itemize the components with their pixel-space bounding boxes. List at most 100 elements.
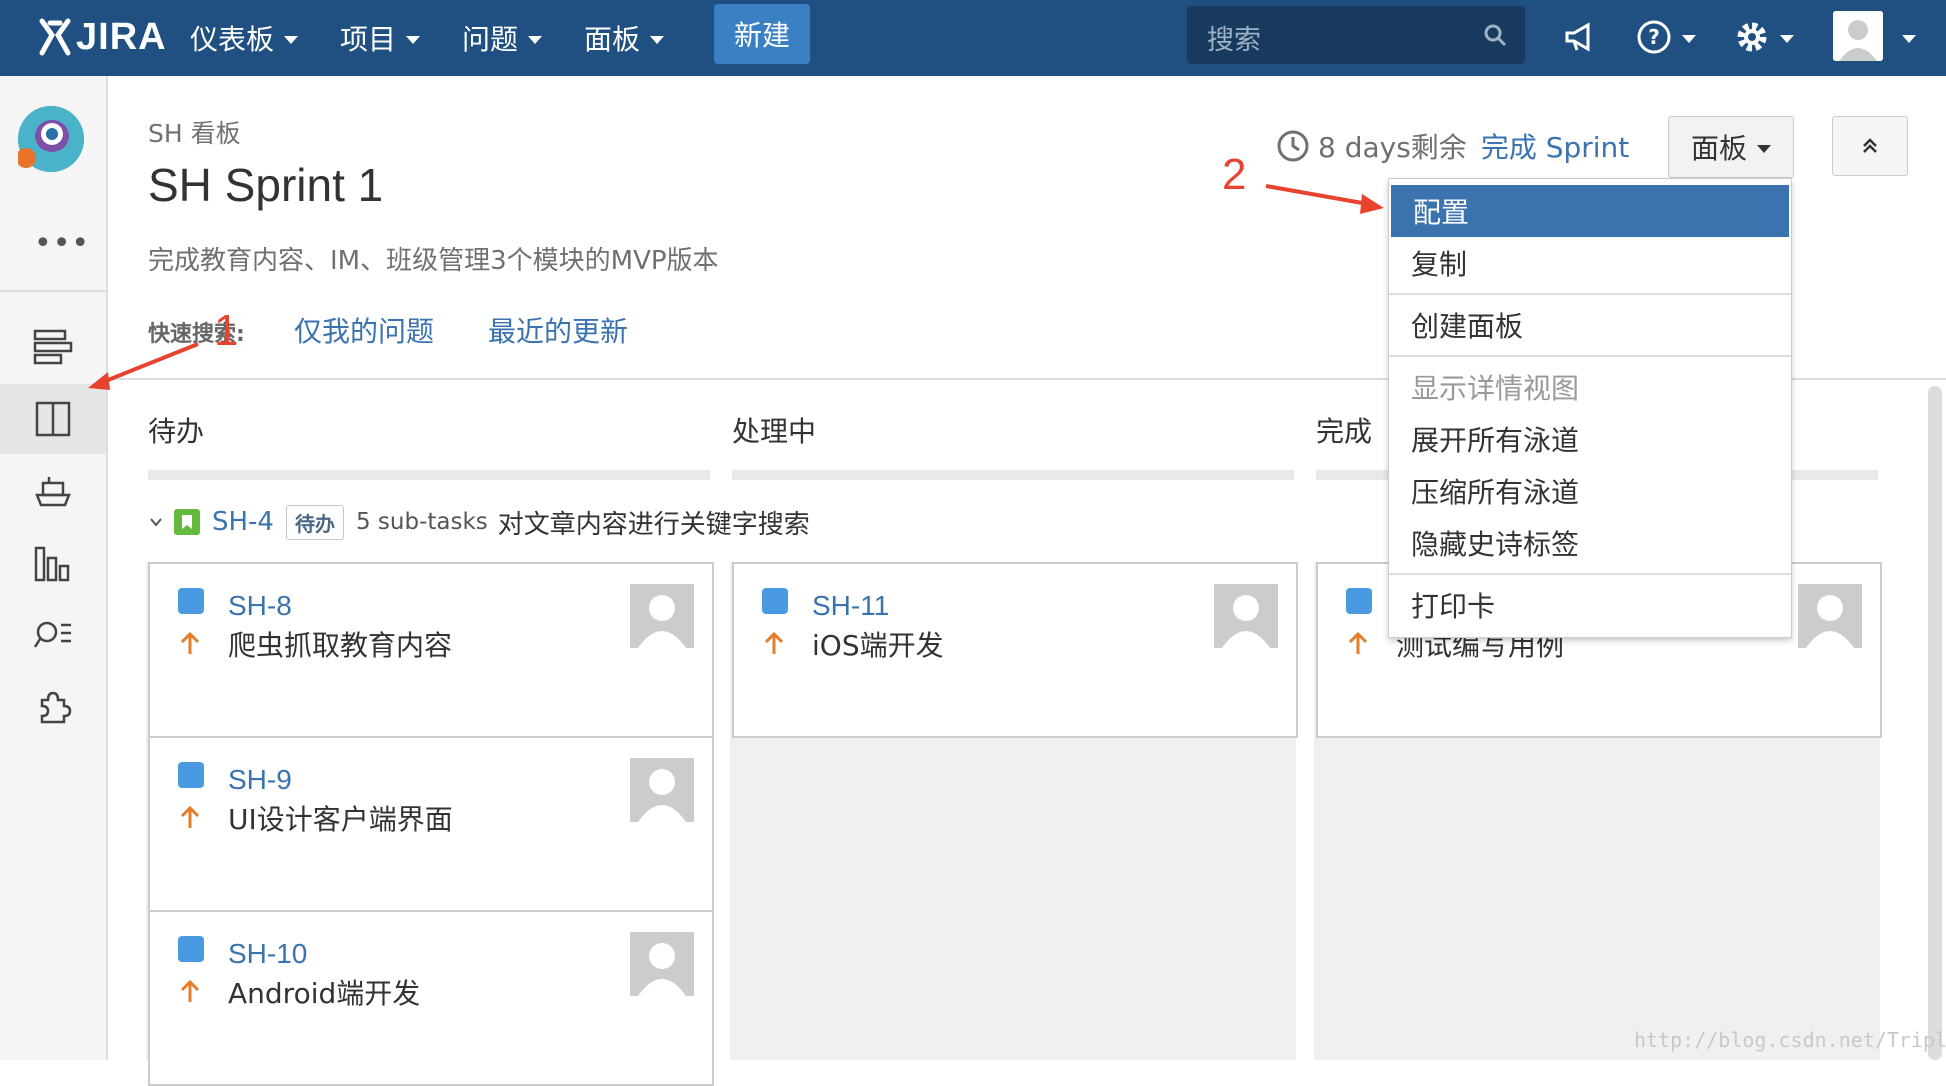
create-button[interactable]: 新建 <box>714 4 810 64</box>
subtask-icon <box>178 762 204 788</box>
swimlane-issue-key[interactable]: SH-4 <box>212 507 274 537</box>
board-menu-button[interactable]: 面板 <box>1668 116 1794 178</box>
column-header-done: 完成 <box>1316 415 1373 448</box>
annotation-arrow-1 <box>88 342 199 390</box>
breadcrumb[interactable]: SH 看板 <box>148 114 241 150</box>
issue-search-icon <box>33 621 71 648</box>
sprint-goal: 完成教育内容、IM、班级管理3个模块的MVP版本 <box>148 246 719 276</box>
subtask-icon <box>1346 588 1372 614</box>
feedback-megaphone-icon[interactable] <box>1564 14 1598 60</box>
jira-logo[interactable]: JIRA <box>38 12 167 62</box>
issue-key[interactable]: SH-11 <box>812 590 889 622</box>
issue-card[interactable]: SH-9 UI设计客户端界面 <box>148 736 714 912</box>
collapse-header-button[interactable] <box>1832 116 1908 176</box>
nav-boards[interactable]: 面板 <box>584 12 665 64</box>
menu-divider <box>1389 573 1791 575</box>
nav-dashboards-label: 仪表板 <box>190 23 275 56</box>
chevron-down-icon <box>1780 35 1794 43</box>
sidebar-item-addons[interactable] <box>0 672 106 742</box>
ship-releases-icon <box>35 477 71 507</box>
column-header-todo: 待办 <box>148 415 205 448</box>
issue-card[interactable]: SH-8 爬虫抓取教育内容 <box>148 562 714 738</box>
issue-summary: UI设计客户端界面 <box>228 803 453 836</box>
menu-item-print-cards[interactable]: 打印卡 <box>1389 579 1791 631</box>
sprint-info: 8 days剩余 完成 Sprint <box>1276 126 1629 166</box>
issue-card[interactable]: SH-11 iOS端开发 <box>732 562 1298 738</box>
clock-icon <box>1277 130 1309 162</box>
chevron-down-icon <box>406 36 421 44</box>
nav-issues-label: 问题 <box>462 23 519 56</box>
issue-summary: iOS端开发 <box>812 629 944 662</box>
status-badge: 待办 <box>285 504 344 540</box>
backlog-icon <box>33 329 73 365</box>
annotation-arrow-2 <box>1265 184 1384 214</box>
menu-item-create-board[interactable]: 创建面板 <box>1389 299 1791 351</box>
menu-item-expand-swimlanes[interactable]: 展开所有泳道 <box>1389 413 1791 465</box>
search-placeholder: 搜索 <box>1207 25 1261 56</box>
complete-sprint-link[interactable]: 完成 Sprint <box>1481 126 1629 166</box>
board-columns-icon <box>35 401 71 437</box>
priority-major-icon <box>1348 631 1368 654</box>
quick-filter-recent-updates[interactable]: 最近的更新 <box>488 310 628 350</box>
vertical-scrollbar[interactable] <box>1928 386 1942 1060</box>
watermark: http://blog.csdn.net/TripleS_ <box>1634 1028 1946 1052</box>
nav-projects[interactable]: 项目 <box>340 12 421 64</box>
subtask-count: 5 sub-tasks <box>355 509 488 535</box>
menu-item-hide-epic-labels[interactable]: 隐藏史诗标签 <box>1389 517 1791 569</box>
sidebar-item-reports[interactable] <box>0 528 106 598</box>
puzzle-addons-icon <box>40 691 72 724</box>
board-dropdown-menu: 配置 复制 创建面板 显示详情视图 展开所有泳道 压缩所有泳道 隐藏史诗标签 打… <box>1388 178 1792 638</box>
chevron-down-icon <box>1682 35 1696 43</box>
assignee-avatar <box>630 932 694 996</box>
issue-key[interactable]: SH-9 <box>228 764 292 796</box>
chevron-down-icon <box>1757 145 1771 153</box>
issue-summary: 爬虫抓取教育内容 <box>228 629 453 662</box>
double-chevron-up-icon <box>1863 138 1877 153</box>
assignee-avatar <box>630 758 694 822</box>
jira-logo-icon <box>39 18 71 56</box>
issue-key[interactable]: SH-10 <box>228 938 307 970</box>
column-bar-todo <box>148 470 710 480</box>
subtask-icon <box>762 588 788 614</box>
story-icon <box>174 509 200 535</box>
user-menu-chevron[interactable] <box>1892 14 1916 60</box>
board-menu-label: 面板 <box>1690 132 1747 165</box>
menu-item-collapse-swimlanes[interactable]: 压缩所有泳道 <box>1389 465 1791 517</box>
nav-boards-label: 面板 <box>584 23 641 56</box>
more-options-icon[interactable]: ••• <box>34 226 90 261</box>
page-title: SH Sprint 1 <box>148 159 384 211</box>
quick-filter-my-issues[interactable]: 仅我的问题 <box>294 310 434 350</box>
chevron-down-icon <box>650 36 665 44</box>
issue-key[interactable]: SH-8 <box>228 590 292 622</box>
svg-text:?: ? <box>1648 25 1660 49</box>
assignee-avatar <box>1214 584 1278 648</box>
project-sidebar: ••• <box>0 76 108 1060</box>
subtask-icon <box>178 588 204 614</box>
search-input[interactable]: 搜索 <box>1187 6 1525 64</box>
menu-item-copy[interactable]: 复制 <box>1389 237 1791 289</box>
sidebar-item-releases[interactable] <box>0 456 106 526</box>
days-remaining: 8 days剩余 <box>1318 131 1467 164</box>
logo-text: JIRA <box>76 15 167 58</box>
sidebar-divider <box>0 290 106 292</box>
nav-projects-label: 项目 <box>340 23 397 56</box>
swimlane-header[interactable]: SH-4 待办 5 sub-tasks 对文章内容进行关键字搜索 <box>148 502 810 542</box>
settings-gear-icon[interactable] <box>1734 14 1794 60</box>
column-bar-in-progress <box>732 470 1294 480</box>
project-avatar[interactable] <box>16 106 84 172</box>
menu-item-configure[interactable]: 配置 <box>1391 185 1789 237</box>
help-icon[interactable]: ? <box>1636 14 1696 60</box>
top-navigation-bar: JIRA 仪表板 项目 问题 面板 新建 搜索 ? <box>0 0 1946 76</box>
annotation-number-1: 1 <box>214 306 239 355</box>
chevron-down-icon <box>150 518 162 527</box>
menu-divider <box>1389 293 1791 295</box>
annotation-number-2: 2 <box>1222 150 1247 199</box>
sidebar-item-issues[interactable] <box>0 600 106 670</box>
search-icon <box>1484 24 1507 47</box>
user-avatar[interactable] <box>1833 11 1883 61</box>
nav-dashboards[interactable]: 仪表板 <box>190 12 299 64</box>
chevron-down-icon <box>528 36 543 44</box>
chevron-down-icon <box>284 36 299 44</box>
nav-issues[interactable]: 问题 <box>462 12 543 64</box>
swimlane-summary: 对文章内容进行关键字搜索 <box>497 509 810 540</box>
